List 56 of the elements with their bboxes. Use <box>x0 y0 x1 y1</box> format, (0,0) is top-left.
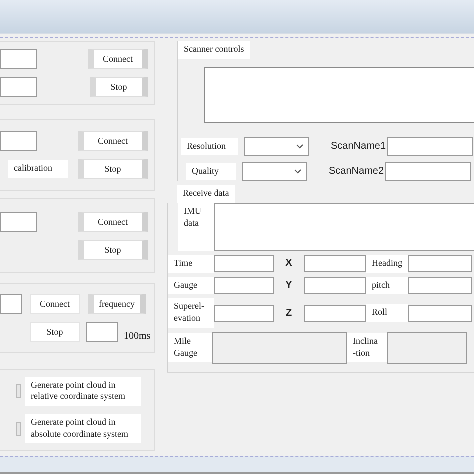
axis-field[interactable] <box>304 277 366 294</box>
connect-button[interactable]: Connect <box>78 131 148 151</box>
connect-button[interactable]: Connect <box>30 294 80 314</box>
mile-gauge-label: Mile Gauge <box>168 333 212 362</box>
angle-label: Heading <box>366 255 408 273</box>
scan-name-field[interactable] <box>387 137 473 156</box>
frequency-field[interactable] <box>86 322 118 342</box>
group-title: Receive data <box>177 185 236 203</box>
checkbox-label: Generate point cloud in absolute coordinate system <box>25 414 141 444</box>
input-field[interactable] <box>0 294 22 314</box>
imu-data-label: IMU data <box>178 203 214 251</box>
calibration-label: calibration <box>8 160 68 178</box>
checkbox-label: Generate point cloud in relative coordinate system <box>25 376 141 406</box>
imu-data-field[interactable] <box>214 203 474 251</box>
dropdown[interactable] <box>242 162 307 181</box>
data-label: Gauge <box>168 276 214 294</box>
setting-label: Quality <box>186 162 236 180</box>
setting-label: Resolution <box>181 138 238 156</box>
unit-label: 100ms <box>124 331 151 342</box>
text-area[interactable] <box>204 67 474 123</box>
axis-field[interactable] <box>304 255 366 272</box>
angle-field[interactable] <box>408 304 472 322</box>
data-field[interactable] <box>214 255 274 272</box>
input-field[interactable] <box>0 131 37 151</box>
checkbox[interactable] <box>16 422 21 436</box>
dropdown[interactable] <box>244 137 309 156</box>
angle-label: Roll <box>366 304 408 322</box>
scan-name-field[interactable] <box>385 162 471 181</box>
group-title: Scanner controls <box>178 41 250 59</box>
connect-button[interactable]: Connect <box>78 212 148 232</box>
axis-label: Y <box>284 280 294 292</box>
axis-field[interactable] <box>304 304 366 322</box>
frequency-button[interactable]: frequency <box>88 294 146 314</box>
stop-button[interactable]: Stop <box>90 77 148 97</box>
input-field[interactable] <box>0 212 37 232</box>
axis-label: X <box>284 258 294 270</box>
angle-field[interactable] <box>408 277 472 294</box>
input-field[interactable] <box>0 49 37 69</box>
scan-name-label: ScanName2 <box>329 166 381 177</box>
stop-button[interactable]: Stop <box>78 240 148 260</box>
angle-field[interactable] <box>408 255 472 272</box>
data-label: Time <box>168 255 214 273</box>
chevron-down-icon <box>296 144 304 149</box>
stop-button[interactable]: Stop <box>30 322 80 342</box>
checkbox[interactable] <box>16 384 21 398</box>
angle-label: pitch <box>366 276 408 294</box>
scan-name-label: ScanName1 <box>331 141 383 152</box>
data-label: Superel-evation <box>168 298 214 328</box>
axis-label: Z <box>284 308 294 319</box>
stop-button[interactable]: Stop <box>78 159 148 179</box>
input-field[interactable] <box>0 77 37 97</box>
inclination-label: Inclina -tion <box>347 333 387 362</box>
chevron-down-icon <box>294 169 302 174</box>
connect-button[interactable]: Connect <box>88 49 148 69</box>
data-field[interactable] <box>214 277 274 294</box>
data-field[interactable] <box>214 304 274 322</box>
